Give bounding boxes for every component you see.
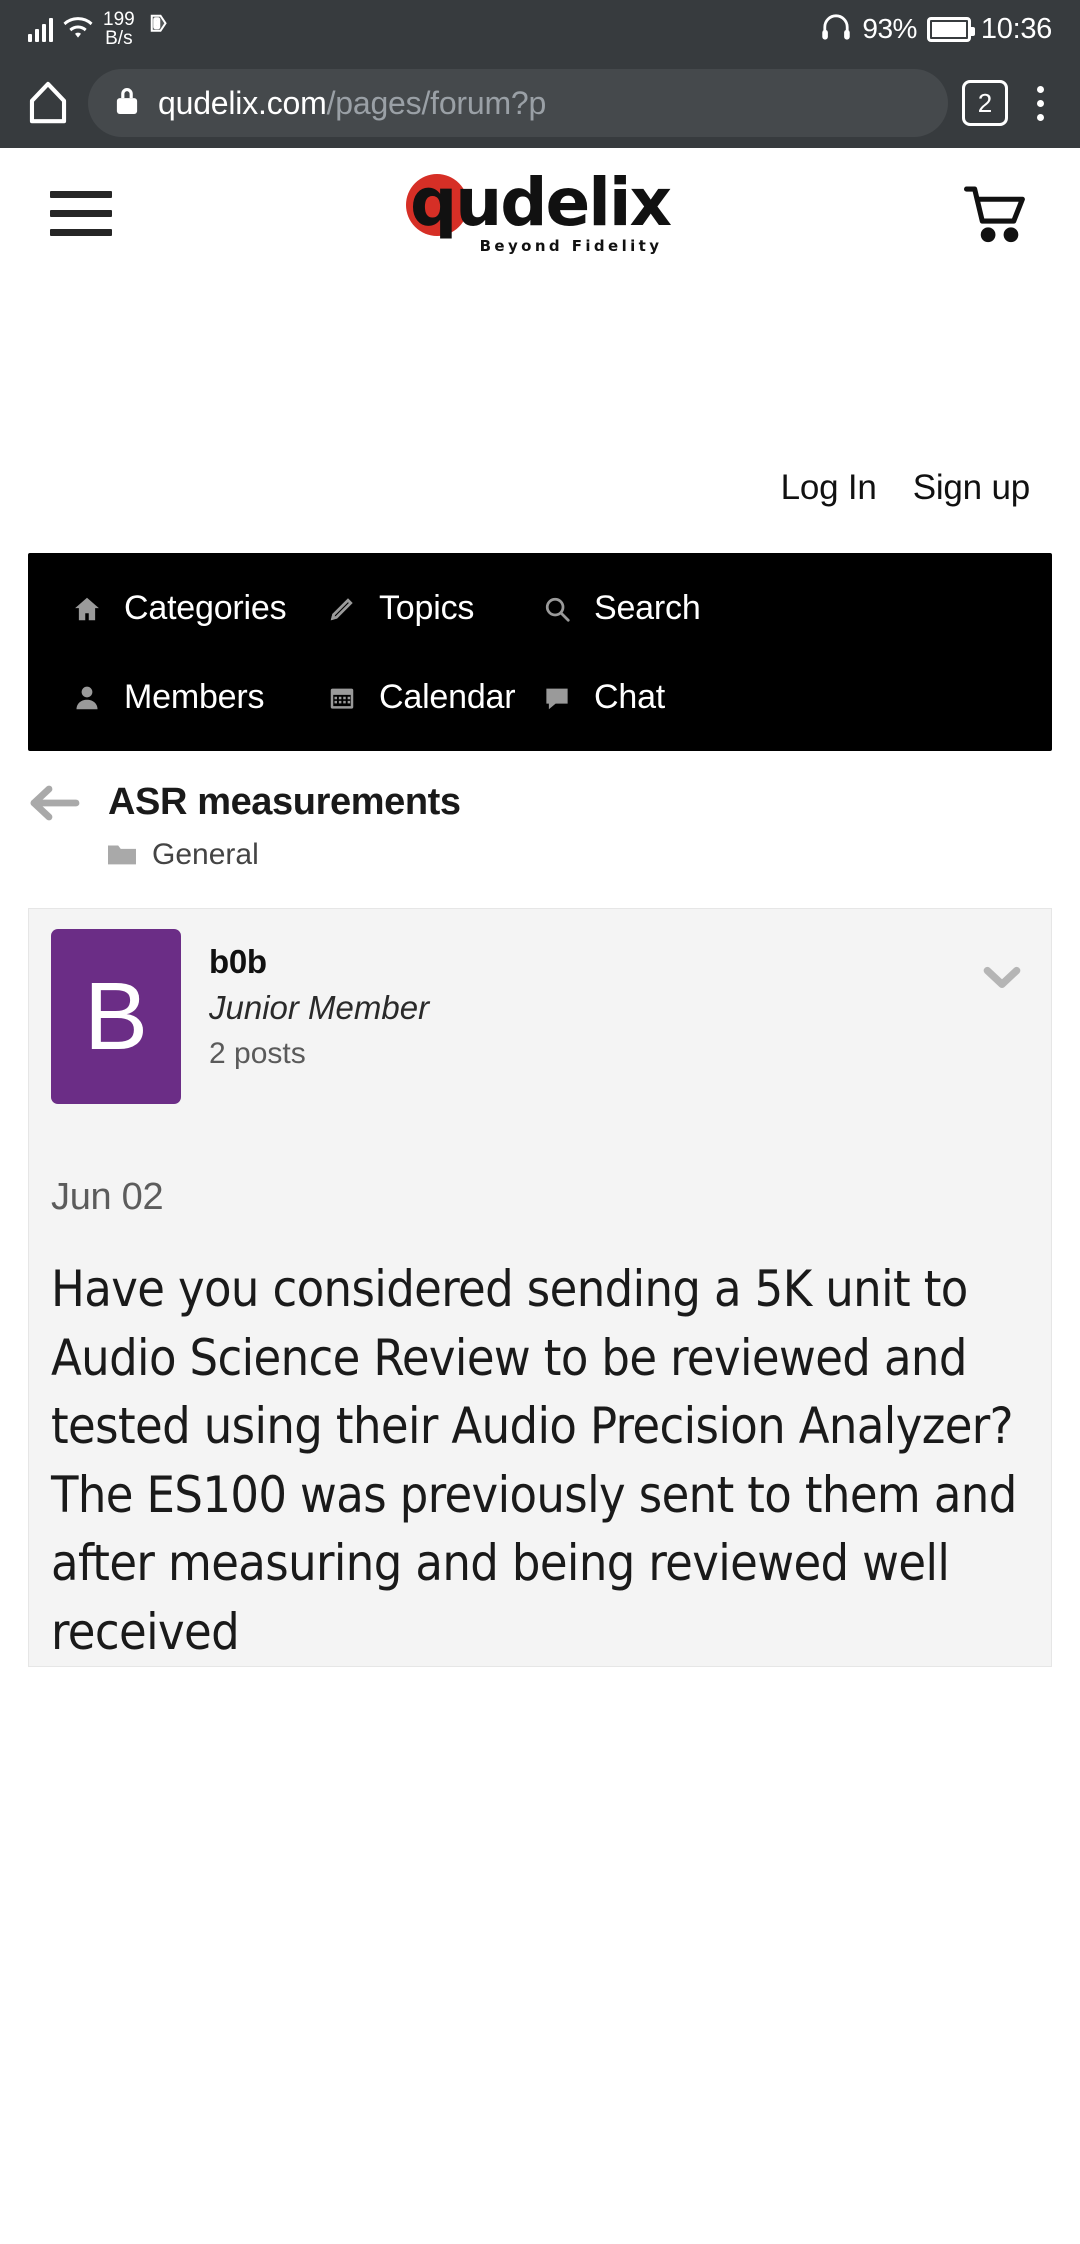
auth-links: Log In Sign up — [0, 453, 1080, 523]
breadcrumb-top: ASR measurements — [28, 781, 1052, 824]
home-icon[interactable] — [22, 77, 74, 129]
calendar-icon — [325, 681, 359, 715]
author-name[interactable]: b0b — [209, 943, 429, 981]
nav-label: Members — [124, 678, 265, 716]
cart-icon[interactable] — [964, 184, 1030, 243]
nav-item-calendar[interactable]: Calendar — [325, 678, 540, 717]
url-path: /pages/forum?p — [326, 84, 547, 121]
pencil-icon — [325, 592, 359, 626]
nav-label: Search — [594, 589, 701, 627]
folder-icon — [108, 844, 136, 866]
post-header: B b0b Junior Member 2 posts — [51, 929, 1029, 1104]
page-content: qudelix Beyond Fidelity Log In Sign up C… — [0, 148, 1080, 2244]
category-label: General — [152, 838, 259, 871]
battery-percentage: 93% — [862, 13, 917, 44]
nav-item-chat[interactable]: Chat — [540, 678, 665, 717]
back-arrow-icon[interactable] — [28, 783, 80, 823]
nav-label: Chat — [594, 678, 666, 716]
nav-label: Topics — [379, 589, 475, 627]
forum-nav-row-2: Members Calendar Chat — [28, 678, 1052, 717]
breadcrumb-category[interactable]: General — [108, 838, 1052, 872]
avatar[interactable]: B — [51, 929, 181, 1104]
signup-link[interactable]: Sign up — [913, 468, 1031, 508]
logo-wordmark: qudelix — [405, 163, 672, 241]
wifi-icon — [63, 14, 93, 44]
status-bar-clock: 10:36 — [980, 12, 1052, 45]
forum-nav: Categories Topics Search Members Calenda… — [28, 553, 1052, 751]
lock-icon — [114, 85, 140, 122]
hamburger-icon[interactable] — [50, 190, 112, 236]
avatar-letter: B — [83, 962, 149, 1070]
site-header: qudelix Beyond Fidelity — [0, 148, 1080, 278]
post-date: Jun 02 — [51, 1176, 164, 1218]
person-icon — [70, 681, 104, 715]
author-post-count: 2 posts — [209, 1037, 306, 1070]
chat-bubble-icon — [540, 681, 574, 715]
nav-label: Categories — [124, 589, 287, 627]
status-bar-right: 93% 10:36 — [820, 13, 1052, 46]
search-icon — [540, 592, 574, 626]
post-card: B b0b Junior Member 2 posts Jun 02 Have … — [28, 908, 1052, 1667]
overflow-menu-icon[interactable] — [1022, 85, 1058, 121]
tab-switcher-button[interactable]: 2 — [962, 80, 1008, 126]
nav-item-categories[interactable]: Categories — [70, 589, 325, 628]
status-bar-left: 199 B/s — [28, 10, 820, 48]
battery-icon — [926, 16, 975, 42]
nav-item-search[interactable]: Search — [540, 589, 701, 628]
cellular-signal-icon — [28, 16, 53, 42]
author-meta: b0b Junior Member 2 posts — [209, 929, 429, 1071]
headset-icon — [820, 13, 852, 46]
android-status-bar: 199 B/s 93% 10:36 — [0, 0, 1080, 58]
url-domain: qudelix.com — [158, 84, 327, 121]
login-link[interactable]: Log In — [781, 468, 877, 508]
home-icon — [70, 592, 104, 626]
logo-text: qudelix — [409, 163, 672, 241]
nav-label: Calendar — [379, 678, 516, 716]
post-body: Have you considered sending a 5K unit to… — [51, 1260, 1017, 1661]
usb-icon — [145, 12, 171, 47]
network-speed-unit: B/s — [105, 28, 133, 49]
url-text: qudelix.com/pages/forum?p — [158, 85, 546, 122]
chevron-down-icon[interactable] — [977, 957, 1027, 997]
nav-item-topics[interactable]: Topics — [325, 589, 540, 628]
url-bar[interactable]: qudelix.com/pages/forum?p — [88, 69, 948, 137]
forum-nav-row-1: Categories Topics Search — [28, 589, 1052, 628]
breadcrumb: ASR measurements General — [0, 751, 1080, 872]
network-speed-indicator: 199 B/s — [103, 10, 135, 48]
nav-item-members[interactable]: Members — [70, 678, 325, 717]
author-rank: Junior Member — [209, 989, 430, 1026]
page-title: ASR measurements — [108, 781, 461, 823]
browser-toolbar: qudelix.com/pages/forum?p 2 — [0, 58, 1080, 148]
site-logo[interactable]: qudelix Beyond Fidelity — [405, 163, 672, 255]
network-speed-value: 199 — [103, 9, 135, 30]
